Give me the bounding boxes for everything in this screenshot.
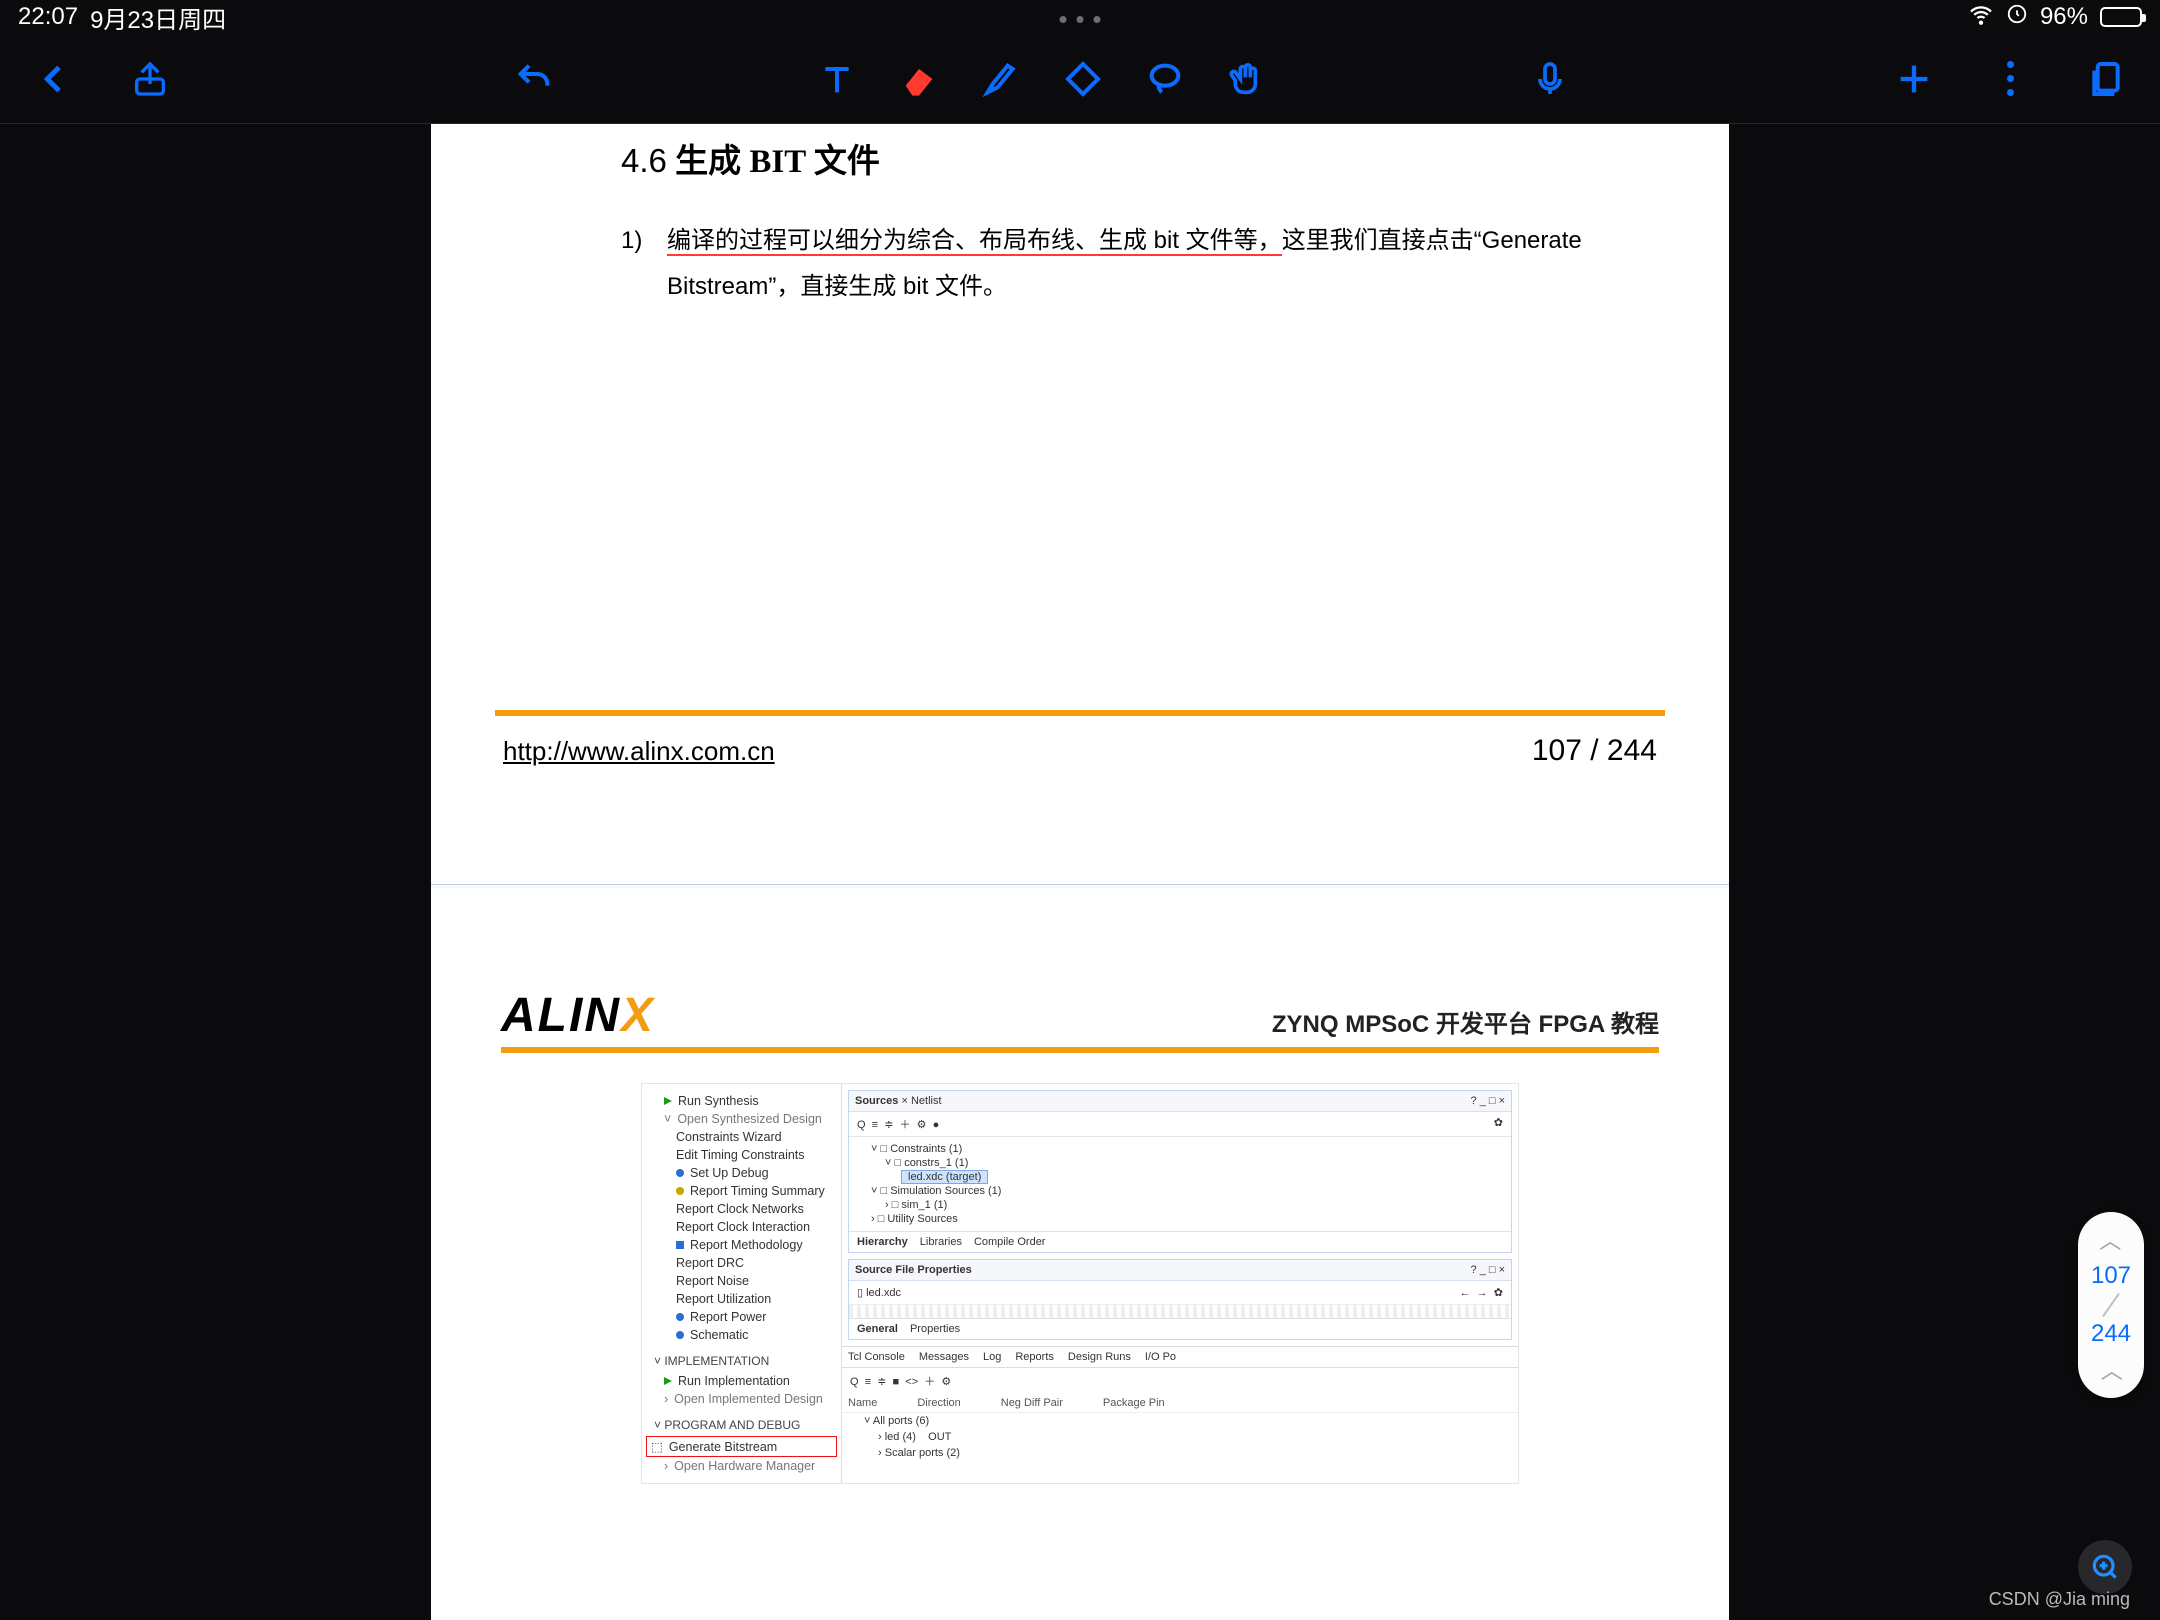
vivado-flow-navigator: Run Synthesis ˅ Open Synthesized Design … — [642, 1084, 842, 1483]
battery-icon — [2100, 7, 2142, 27]
zoom-button[interactable] — [2078, 1540, 2132, 1594]
pages-button[interactable] — [2082, 55, 2130, 103]
pdf-page-107: 4.6 生成 BIT 文件 1) 编译的过程可以细分为综合、布局布线、生成 bi… — [431, 124, 1729, 884]
add-button[interactable] — [1890, 55, 1938, 103]
document-viewport[interactable]: 4.6 生成 BIT 文件 1) 编译的过程可以细分为综合、布局布线、生成 bi… — [0, 124, 2160, 1620]
more-button[interactable] — [1986, 55, 2034, 103]
battery-pct: 96% — [2040, 3, 2088, 31]
rotation-lock-icon — [2006, 3, 2028, 32]
page-number: 107 / 244 — [1532, 734, 1657, 768]
hand-tool-button[interactable] — [1223, 55, 1271, 103]
watermark: CSDN @Jia ming — [1989, 1589, 2130, 1610]
share-button[interactable] — [126, 55, 174, 103]
wifi-icon — [1968, 1, 1994, 34]
chevron-down-icon[interactable]: 〉 — [2095, 1359, 2127, 1381]
eraser-button[interactable] — [895, 55, 943, 103]
vivado-screenshot: Run Synthesis ˅ Open Synthesized Design … — [641, 1083, 1519, 1484]
doc-subtitle: ZYNQ MPSoC 开发平台 FPGA 教程 — [1272, 1004, 1659, 1043]
lasso-button[interactable] — [1141, 55, 1189, 103]
back-button[interactable] — [30, 55, 78, 103]
text-tool-button[interactable] — [813, 55, 861, 103]
section-heading: 4.6 生成 BIT 文件 — [431, 124, 1729, 182]
body-paragraph: 1) 编译的过程可以细分为综合、布局布线、生成 bit 文件等，这里我们直接点击… — [431, 182, 1729, 310]
status-time: 22:07 — [18, 3, 78, 31]
shape-button[interactable] — [1059, 55, 1107, 103]
footer-link[interactable]: http://www.alinx.com.cn — [503, 736, 775, 767]
app-toolbar — [0, 34, 2160, 124]
pdf-page-108: ALINX ZYNQ MPSoC 开发平台 FPGA 教程 Run Synthe… — [431, 888, 1729, 1620]
chevron-up-icon[interactable]: 〈 — [2095, 1229, 2127, 1251]
status-date: 9月23日周四 — [90, 0, 226, 35]
page-indicator[interactable]: 〈 107 244 〉 — [2078, 1212, 2144, 1398]
mic-button[interactable] — [1526, 55, 1574, 103]
highlighter-button[interactable] — [977, 55, 1025, 103]
alinx-logo: ALINX — [501, 988, 655, 1043]
generate-bitstream-item: ⬚Generate Bitstream — [646, 1436, 837, 1457]
undo-button[interactable] — [510, 55, 558, 103]
drag-handle-icon[interactable] — [1060, 16, 1101, 23]
